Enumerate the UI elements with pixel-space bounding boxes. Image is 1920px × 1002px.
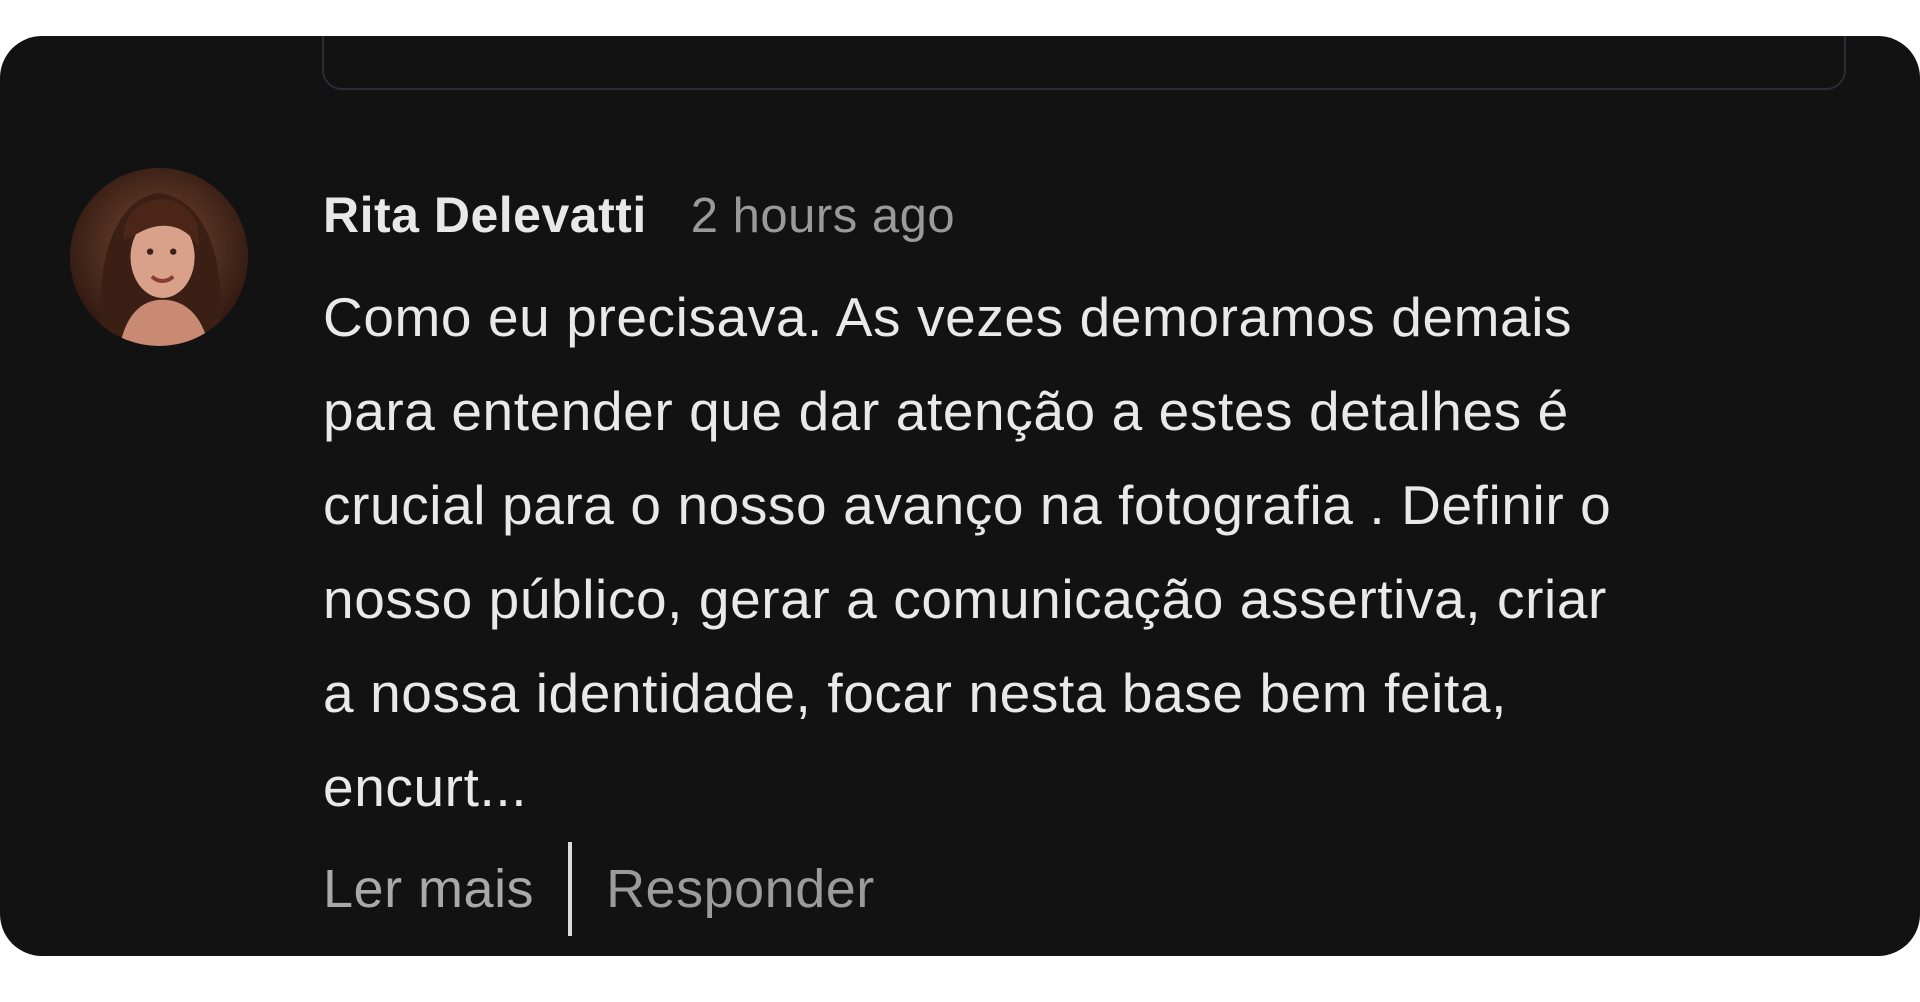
- avatar-photo-icon: [70, 168, 248, 346]
- comment-line: para entender que dar atenção a estes de…: [323, 380, 1569, 442]
- comment-timestamp: 2 hours ago: [690, 189, 956, 243]
- comment-line: a nossa identidade, focar nesta base bem…: [323, 662, 1507, 724]
- comment-line: nosso público, gerar a comunicação asser…: [323, 568, 1607, 630]
- comment-header: Rita Delevatti 2 hours ago: [323, 186, 1863, 256]
- comment-content: Rita Delevatti 2 hours ago Como eu preci…: [323, 186, 1863, 834]
- read-more-button[interactable]: Ler mais: [323, 858, 534, 920]
- comment-line: encurt...: [323, 756, 528, 818]
- comment-line: crucial para o nosso avanço na fotografi…: [323, 474, 1612, 536]
- avatar[interactable]: [70, 168, 248, 346]
- comment-line: Como eu precisava. As vezes demoramos de…: [323, 286, 1573, 348]
- author-name[interactable]: Rita Delevatti: [323, 186, 647, 244]
- action-divider: [568, 842, 573, 936]
- comment-card: Rita Delevatti 2 hours ago Como eu preci…: [0, 36, 1920, 956]
- reply-button[interactable]: Responder: [606, 858, 875, 920]
- comment-input-box[interactable]: [322, 36, 1846, 90]
- comment-body: Como eu precisava. As vezes demoramos de…: [323, 270, 1863, 834]
- comment-actions: Ler mais Responder: [323, 842, 875, 936]
